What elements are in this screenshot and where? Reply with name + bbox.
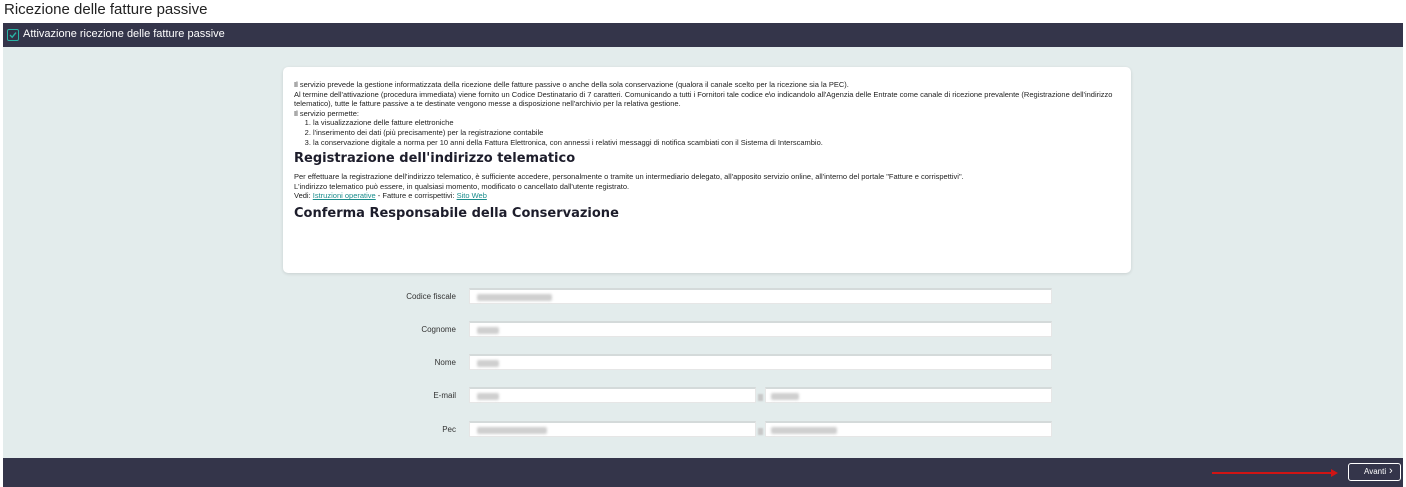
cognome-row: Cognome xyxy=(3,321,1403,339)
pec-row: Pec xyxy=(3,421,1403,439)
redacted-value xyxy=(477,327,499,334)
redacted-value xyxy=(477,427,547,434)
red-arrow-annotation xyxy=(1212,472,1335,474)
istruzioni-operative-link[interactable]: Istruzioni operative xyxy=(313,191,376,200)
info-paragraph: Il servizio prevede la gestione informat… xyxy=(294,80,849,89)
nome-input[interactable] xyxy=(469,354,1052,370)
chevron-right-icon: › xyxy=(1389,465,1393,477)
vedi-middle: - Fatture e corrispettivi: xyxy=(375,191,457,201)
content-area: Il servizio prevede la gestione informat… xyxy=(3,47,1403,458)
vedi-prefix: Vedi: xyxy=(294,191,313,201)
nome-label: Nome xyxy=(434,358,456,367)
red-arrow-head xyxy=(1331,469,1338,477)
section-header[interactable]: Attivazione ricezione delle fatture pass… xyxy=(3,23,1403,47)
vedi-line: Vedi: Istruzioni operative - Fatture e c… xyxy=(294,191,1114,201)
pec-user-input[interactable] xyxy=(469,421,756,437)
email-row: E-mail xyxy=(3,387,1403,405)
at-separator xyxy=(758,428,763,435)
pec-domain-input[interactable] xyxy=(765,421,1052,437)
redacted-value xyxy=(771,393,799,400)
list-item: la visualizzazione delle fatture elettro… xyxy=(313,118,1114,128)
codice-fiscale-input[interactable] xyxy=(469,288,1052,304)
section-label: Attivazione ricezione delle fatture pass… xyxy=(23,28,225,40)
list-item: l'inserimento dei dati (più precisamente… xyxy=(313,128,1114,138)
feature-list: la visualizzazione delle fatture elettro… xyxy=(294,118,1114,147)
redacted-value xyxy=(771,427,837,434)
heading-conferma: Conferma Responsabile della Conservazion… xyxy=(294,205,619,221)
email-domain-input[interactable] xyxy=(765,387,1052,403)
checkbox-checked-icon[interactable] xyxy=(7,29,19,41)
next-button[interactable]: Avanti › xyxy=(1348,463,1401,481)
redacted-value xyxy=(477,360,499,367)
cognome-label: Cognome xyxy=(421,325,456,334)
page-title: Ricezione delle fatture passive xyxy=(4,1,208,18)
list-item: la conservazione digitale a norma per 10… xyxy=(313,138,1114,148)
info-paragraph: Per effettuare la registrazione dell'ind… xyxy=(294,172,964,182)
info-card: Il servizio prevede la gestione informat… xyxy=(283,67,1131,273)
info-paragraph: L'indirizzo telematico può essere, in qu… xyxy=(294,181,630,191)
codice-fiscale-row: Codice fiscale xyxy=(3,288,1403,306)
heading-registrazione: Registrazione dell'indirizzo telematico xyxy=(294,151,576,167)
footer-bar: Avanti › xyxy=(3,458,1403,487)
cognome-input[interactable] xyxy=(469,321,1052,337)
info-paragraph: Al termine dell'attivazione (procedura i… xyxy=(294,89,1113,109)
codice-fiscale-label: Codice fiscale xyxy=(406,292,456,301)
email-user-input[interactable] xyxy=(469,387,756,403)
redacted-value xyxy=(477,294,552,301)
next-button-label: Avanti xyxy=(1364,467,1387,476)
at-separator xyxy=(758,394,763,401)
pec-label: Pec xyxy=(442,425,456,434)
redacted-value xyxy=(477,393,499,400)
nome-row: Nome xyxy=(3,354,1403,372)
info-paragraph: Il servizio permette: xyxy=(294,108,360,118)
sito-web-link[interactable]: Sito Web xyxy=(457,191,487,200)
title-bar: Ricezione delle fatture passive xyxy=(0,0,1406,22)
email-label: E-mail xyxy=(433,391,456,400)
